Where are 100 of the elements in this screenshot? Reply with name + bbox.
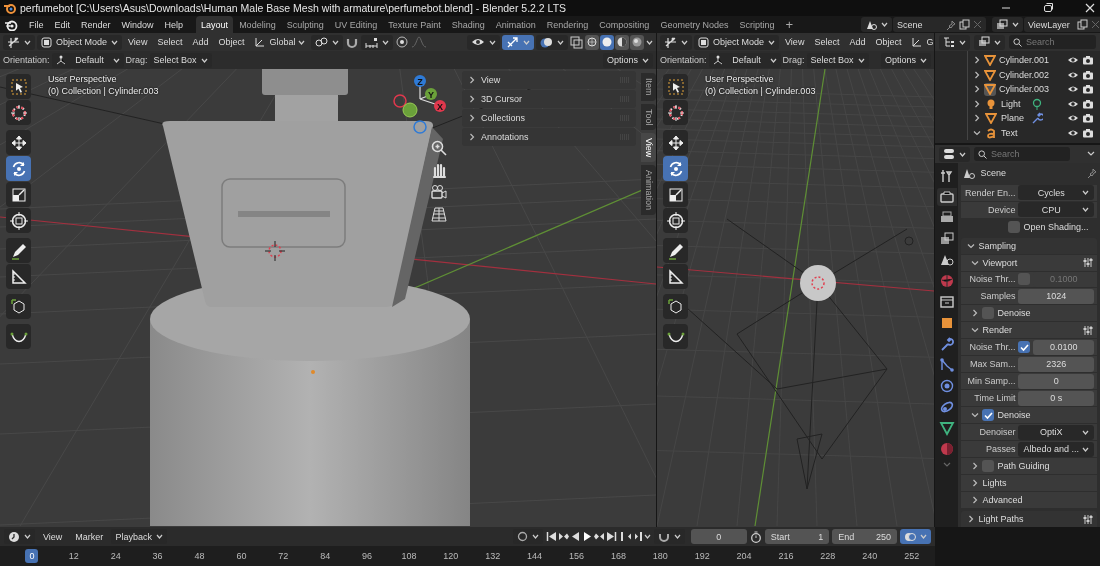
current-frame-field[interactable]: 0 [690,529,747,544]
chevron-right-icon[interactable] [973,70,981,79]
chevron-down-icon[interactable] [971,326,980,335]
visibility-dropdown[interactable] [467,34,500,50]
maximize-icon[interactable] [1042,2,1054,14]
jump-start-icon[interactable] [545,531,557,542]
overlay-dropdown[interactable] [536,34,568,50]
tool-button[interactable] [6,264,31,289]
menu-item[interactable]: Object [871,34,906,50]
editor-type-dropdown[interactable] [660,34,692,50]
play-reverse-icon[interactable] [569,531,581,542]
navigation-gizmo[interactable]: X Y Z [388,73,450,135]
sidebar-panel-header[interactable]: View [462,71,636,89]
end-frame-field[interactable]: End 250 [832,529,897,544]
shading-mode-button[interactable] [585,34,599,50]
checkbox[interactable] [1008,220,1021,233]
property-dropdown[interactable]: CPU [1018,202,1094,218]
camera-icon[interactable] [1082,98,1094,109]
tool-button[interactable] [6,208,31,233]
presets-sliders-icon[interactable] [1082,324,1094,336]
chevron-right-icon[interactable] [973,99,981,108]
gizmo-dropdown[interactable] [502,34,534,50]
menu-item[interactable]: View [38,529,68,544]
property-dropdown[interactable]: Albedo and ... [1018,441,1094,457]
chevron-right-icon[interactable] [971,462,980,471]
chevron-right-icon[interactable] [973,85,981,94]
outliner-item[interactable]: Light [1001,98,1028,109]
workspace-tab[interactable]: Modeling [234,16,281,33]
camera-icon[interactable] [430,183,448,201]
options-dropdown[interactable]: Options [880,52,931,68]
add-workspace-button[interactable]: + [780,17,798,32]
chevron-right-icon[interactable] [971,309,980,318]
sidebar-tab[interactable]: Tool [641,103,656,131]
checkbox[interactable] [982,409,995,422]
mesh-icon[interactable] [984,68,996,82]
camera-icon[interactable] [1082,69,1094,80]
tool-button[interactable] [663,74,688,99]
menu-item[interactable]: File [24,17,49,32]
menu-item[interactable]: Edit [49,17,76,32]
sidebar-tab[interactable]: Item [641,73,656,101]
chevron-down-icon[interactable] [971,411,980,420]
text-object-icon[interactable] [984,126,998,140]
checkbox[interactable] [1018,273,1031,286]
presets-sliders-icon[interactable] [1082,257,1094,268]
menu-item[interactable]: View [124,34,152,50]
chevron-right-icon[interactable] [967,515,976,524]
tool-button[interactable] [663,294,688,319]
copy-icon[interactable] [1077,19,1088,30]
light-data-icon[interactable] [1031,97,1043,110]
camera-icon[interactable] [1082,55,1094,66]
sidebar-tab[interactable]: View [641,133,656,163]
chevron-right-icon[interactable] [468,95,476,103]
caret-down-icon[interactable] [1086,150,1096,158]
playback-dropdown[interactable]: Playback [111,529,167,544]
checkbox[interactable] [982,460,995,473]
tool-button[interactable] [6,130,31,155]
menu-item[interactable]: Window [116,17,159,32]
view-layer-field[interactable]: ViewLayer [1024,17,1100,32]
jump-end-icon[interactable] [605,531,617,542]
stopwatch-icon[interactable] [749,530,762,543]
workspace-tab[interactable]: Texture Paint [383,16,446,33]
chevron-right-icon[interactable] [468,114,476,122]
menu-item[interactable]: Add [845,34,870,50]
chevron-right-icon[interactable] [971,496,980,505]
menu-item[interactable]: Render [76,17,116,32]
chevron-right-icon[interactable] [973,114,981,123]
mesh-icon[interactable] [984,82,996,96]
number-field[interactable]: 0 [1018,373,1094,389]
display-mode-dropdown[interactable] [939,34,970,50]
shading-mode-button[interactable] [600,34,614,50]
tool-button[interactable] [663,130,688,155]
chevron-down-icon[interactable] [971,258,980,267]
mode-dropdown[interactable]: Object Mode [37,34,123,50]
grid-icon[interactable] [430,205,448,223]
editor-type-dropdown[interactable] [3,34,35,50]
tool-button[interactable] [663,238,688,263]
play-icon[interactable] [581,531,593,542]
chevron-right-icon[interactable] [973,56,981,65]
tool-button[interactable] [6,156,31,181]
workspace-tab[interactable]: UV Editing [329,16,383,33]
property-dropdown[interactable]: OptiX [1018,424,1094,440]
camera-icon[interactable] [1082,84,1094,95]
tool-button[interactable] [6,74,31,99]
menu-item[interactable]: Select [810,34,844,50]
sidebar-panel-header[interactable]: 3D Cursor [462,90,636,108]
filter-dropdown[interactable] [974,34,1005,50]
menu-item[interactable]: Help [159,17,189,32]
number-field[interactable]: 0 s [1018,390,1094,406]
tool-button[interactable] [663,324,688,349]
menu-item[interactable]: Marker [70,529,109,544]
drag-dropdown[interactable]: Select Box [149,52,212,68]
search-field[interactable]: Search [974,147,1070,161]
sidebar-tab[interactable]: Animation [641,165,656,216]
workspace-tab[interactable]: Geometry Nodes [655,16,734,33]
pin-icon[interactable] [1086,167,1097,179]
pivot-dropdown[interactable] [311,34,344,50]
number-field[interactable]: 1024 [1018,288,1094,304]
presets-sliders-icon[interactable] [1082,513,1094,525]
proportional-edit-icon[interactable] [395,35,410,49]
sidebar-panel-header[interactable]: Collections [462,109,636,127]
